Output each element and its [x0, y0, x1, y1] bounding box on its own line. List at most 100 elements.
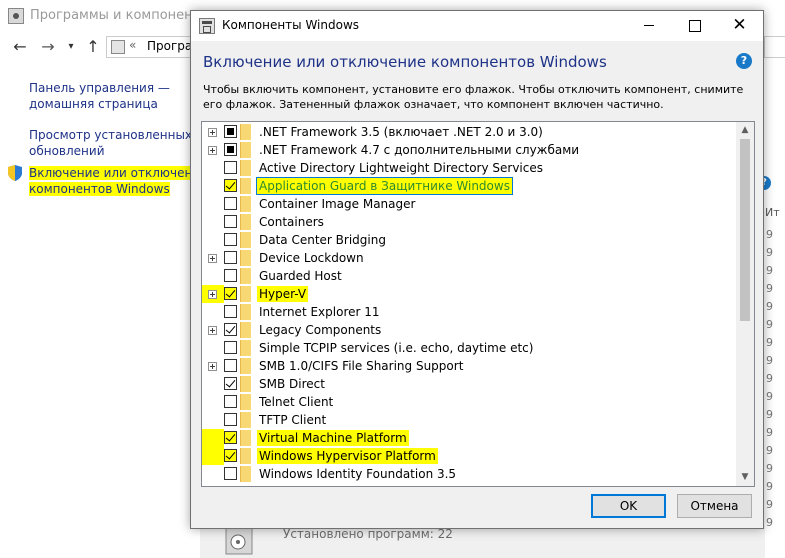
feature-checkbox[interactable] — [224, 395, 237, 408]
expand-plus-icon[interactable] — [208, 254, 217, 263]
folder-icon — [240, 286, 251, 302]
feature-row[interactable]: SMB Direct — [202, 375, 736, 393]
feature-row[interactable]: SMB 1.0/CIFS File Sharing Support — [202, 357, 736, 375]
search-box-edge[interactable] — [764, 36, 785, 58]
scroll-up-arrow-icon[interactable]: ▲ — [736, 122, 754, 139]
maximize-button[interactable] — [672, 11, 717, 41]
feature-label[interactable]: Container Image Manager — [257, 196, 417, 212]
feature-checkbox[interactable] — [224, 143, 237, 156]
feature-label[interactable]: Active Directory Lightweight Directory S… — [257, 160, 545, 176]
back-arrow-icon[interactable]: ← — [10, 37, 30, 57]
feature-row[interactable]: .NET Framework 4.7 с дополнительными слу… — [202, 141, 736, 159]
feature-label[interactable]: .NET Framework 3.5 (включает .NET 2.0 и … — [257, 124, 545, 140]
feature-row[interactable]: Active Directory Lightweight Directory S… — [202, 159, 736, 177]
feature-checkbox[interactable] — [224, 161, 237, 174]
feature-row[interactable]: Device Lockdown — [202, 249, 736, 267]
feature-label[interactable]: Guarded Host — [257, 268, 344, 284]
feature-checkbox[interactable] — [224, 215, 237, 228]
recent-locations-chevron-icon[interactable]: ▾ — [64, 37, 78, 57]
folder-icon — [240, 160, 251, 176]
sidebar-link-installed-updates[interactable]: Просмотр установленных обновлений — [29, 127, 192, 159]
feature-label[interactable]: Telnet Client — [257, 394, 335, 410]
expand-plus-icon[interactable] — [208, 146, 217, 155]
feature-row[interactable]: TFTP Client — [202, 411, 736, 429]
feature-checkbox[interactable] — [224, 179, 237, 192]
feature-label[interactable]: TFTP Client — [257, 412, 328, 428]
feature-row[interactable]: Application Guard в Защитнике Windows — [202, 177, 736, 195]
feature-row[interactable]: Container Image Manager — [202, 195, 736, 213]
feature-label[interactable]: Simple TCPIP services (i.e. echo, daytim… — [257, 340, 535, 356]
feature-label[interactable]: Windows Identity Foundation 3.5 — [257, 466, 458, 482]
ok-button[interactable]: OK — [591, 494, 666, 518]
feature-label[interactable]: Containers — [257, 214, 326, 230]
minimize-button[interactable] — [627, 11, 672, 41]
uac-shield-icon — [8, 165, 22, 181]
feature-checkbox[interactable] — [224, 287, 237, 300]
expand-plus-icon[interactable] — [208, 362, 217, 371]
scroll-down-arrow-icon[interactable]: ▼ — [736, 469, 754, 486]
feature-row[interactable]: Virtual Machine Platform — [202, 429, 736, 447]
feature-checkbox[interactable] — [224, 125, 237, 138]
feature-checkbox[interactable] — [224, 413, 237, 426]
folder-icon — [240, 358, 251, 374]
feature-row[interactable]: Telnet Client — [202, 393, 736, 411]
address-bar[interactable]: « Програ — [106, 36, 196, 58]
feature-label[interactable]: Data Center Bridging — [257, 232, 388, 248]
features-scrollbar[interactable]: ▲ ▼ — [736, 122, 754, 486]
folder-icon — [240, 430, 251, 446]
feature-label[interactable]: SMB Direct — [257, 376, 327, 392]
feature-label[interactable]: Internet Explorer 11 — [257, 304, 382, 320]
cancel-button[interactable]: Отмена — [677, 494, 752, 518]
sidebar-link-windows-features[interactable]: Включение или отключение компонентов Win… — [29, 165, 208, 197]
features-tree[interactable]: Windows Identity Foundation 3.5 Windows H… — [201, 121, 755, 487]
feature-checkbox[interactable] — [224, 341, 237, 354]
feature-checkbox[interactable] — [224, 323, 237, 336]
feature-checkbox[interactable] — [224, 377, 237, 390]
feature-row[interactable]: Containers — [202, 213, 736, 231]
feature-label[interactable]: Virtual Machine Platform — [257, 430, 409, 446]
expand-plus-icon[interactable] — [208, 326, 217, 335]
feature-checkbox[interactable] — [224, 431, 237, 444]
forward-arrow-icon[interactable]: → — [38, 37, 58, 57]
feature-label[interactable]: Device Lockdown — [257, 250, 366, 266]
expand-plus-icon[interactable] — [208, 290, 217, 299]
feature-row[interactable]: Internet Explorer 11 — [202, 303, 736, 321]
feature-label[interactable]: Windows Hypervisor Platform — [257, 448, 438, 464]
feature-checkbox[interactable] — [224, 359, 237, 372]
feature-checkbox[interactable] — [224, 305, 237, 318]
feature-row[interactable]: Windows Hypervisor Platform — [202, 447, 736, 465]
expand-plus-icon[interactable] — [208, 128, 217, 137]
background-column-value: 9 — [766, 264, 773, 277]
feature-checkbox[interactable] — [224, 449, 237, 462]
feature-label[interactable]: SMB 1.0/CIFS File Sharing Support — [257, 358, 465, 374]
sidebar-link-updates-line2: обновлений — [29, 144, 105, 158]
help-icon[interactable]: ? — [736, 53, 752, 69]
feature-row[interactable]: Data Center Bridging — [202, 231, 736, 249]
feature-checkbox[interactable] — [224, 467, 237, 480]
feature-checkbox[interactable] — [224, 251, 237, 264]
feature-label[interactable]: Legacy Components — [257, 322, 383, 338]
feature-label[interactable]: Application Guard в Защитнике Windows — [256, 177, 513, 195]
feature-row[interactable]: Simple TCPIP services (i.e. echo, daytim… — [202, 339, 736, 357]
folder-icon — [240, 322, 251, 338]
background-column-value: 9 — [766, 480, 773, 493]
feature-label[interactable]: Hyper-V — [257, 286, 309, 302]
feature-checkbox[interactable] — [224, 197, 237, 210]
feature-label[interactable]: .NET Framework 4.7 с дополнительными слу… — [257, 142, 581, 158]
feature-row[interactable]: Windows Identity Foundation 3.5 — [202, 465, 736, 483]
feature-checkbox[interactable] — [224, 269, 237, 282]
folder-icon — [240, 250, 251, 266]
close-button[interactable]: ✕ — [717, 11, 762, 41]
feature-row[interactable]: .NET Framework 3.5 (включает .NET 2.0 и … — [202, 123, 736, 141]
feature-checkbox[interactable] — [224, 233, 237, 246]
dialog-titlebar[interactable]: Компоненты Windows ✕ — [191, 11, 763, 41]
up-arrow-icon[interactable]: ↑ — [84, 37, 102, 57]
feature-row[interactable]: Legacy Components — [202, 321, 736, 339]
address-overflow-chevron-icon[interactable]: « — [129, 38, 136, 52]
sidebar-link-home[interactable]: Панель управления — домашняя страница — [29, 80, 170, 112]
feature-row[interactable]: Hyper-V — [202, 285, 736, 303]
feature-row[interactable]: Guarded Host — [202, 267, 736, 285]
windows-features-icon — [199, 18, 215, 34]
dialog-heading: Включение или отключение компонентов Win… — [203, 53, 607, 71]
scrollbar-thumb[interactable] — [740, 139, 750, 321]
